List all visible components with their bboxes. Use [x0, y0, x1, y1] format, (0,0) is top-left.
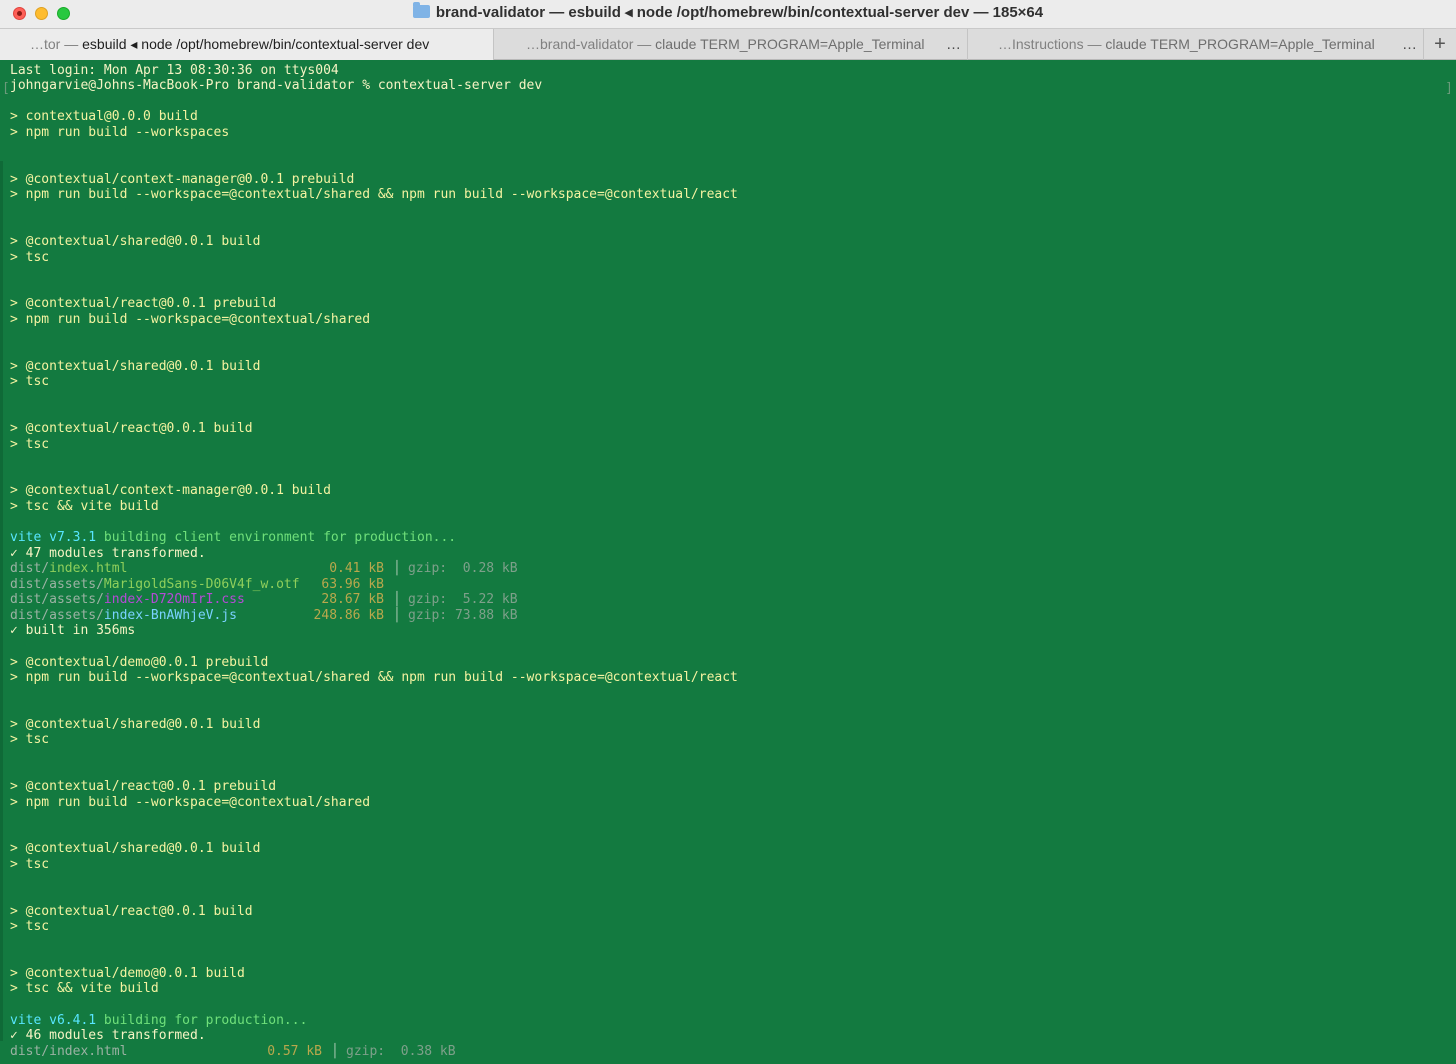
build-file-row: dist/index.html: [10, 561, 127, 576]
output-line: > npm run build --workspace=@contextual/…: [10, 795, 371, 810]
vite-banner: vite v7.3.1 building client environment …: [10, 530, 456, 545]
tab-label: claude TERM_PROGRAM=Apple_Terminal: [1105, 36, 1375, 52]
file-name: index.html: [49, 561, 128, 576]
last-login-line: Last login: Mon Apr 13 08:30:36 on ttys0…: [10, 63, 339, 78]
file-name: index.html: [49, 1044, 128, 1059]
output-line: > tsc: [10, 374, 50, 389]
output-line: > @contextual/demo@0.0.1 prebuild: [10, 655, 269, 670]
output-line: > npm run build --workspace=@contextual/…: [10, 187, 738, 202]
build-file-row: dist/assets/index-D72OmIrI.css: [10, 592, 245, 607]
column-divider: │: [331, 1044, 339, 1059]
column-divider: │: [393, 608, 401, 623]
output-line: > @contextual/shared@0.0.1 build: [10, 717, 261, 732]
vite-message: building client environment for producti…: [96, 530, 457, 545]
modules-transformed: ✓ 47 modules transformed.: [10, 546, 206, 561]
built-time: ✓ built in 356ms: [10, 623, 136, 638]
output-line: > @contextual/demo@0.0.1 build: [10, 966, 245, 981]
file-dir: dist/assets/: [10, 577, 104, 592]
output-line: > contextual@0.0.0 build: [10, 109, 198, 124]
window-title-text: brand-validator — esbuild ◂ node /opt/ho…: [435, 4, 1044, 21]
title-bar: brand-validator — esbuild ◂ node /opt/ho…: [0, 0, 1456, 28]
output-line: > @contextual/shared@0.0.1 build: [10, 841, 261, 856]
mark-bracket-left: [: [2, 81, 10, 96]
file-gzip: gzip: 0.38 kB: [346, 1044, 456, 1059]
tab-instructions[interactable]: …Instructions — claude TERM_PROGRAM=Appl…: [968, 29, 1424, 60]
tab-prefix: …Instructions —: [998, 36, 1106, 52]
output-line: > tsc && vite build: [10, 499, 159, 514]
tab-bar: …tor — esbuild ◂ node /opt/homebrew/bin/…: [0, 28, 1456, 60]
file-dir: dist/assets/: [10, 608, 104, 623]
left-margin-marker: [0, 161, 3, 1041]
file-name: index-D72OmIrI.css: [103, 592, 245, 607]
output-line: > @contextual/react@0.0.1 build: [10, 421, 253, 436]
tab-prefix: …brand-validator —: [526, 36, 656, 52]
output-line: > tsc: [10, 919, 50, 934]
output-line: > npm run build --workspaces: [10, 125, 230, 140]
tab-brand-validator[interactable]: …brand-validator — claude TERM_PROGRAM=A…: [494, 29, 968, 60]
output-line: > tsc: [10, 857, 50, 872]
build-file-row: dist/assets/MarigoldSans-D06V4f_w.otf: [10, 577, 300, 592]
tab-prefix: …tor —: [30, 36, 83, 52]
file-dir: dist/: [10, 561, 50, 576]
tab-label: claude TERM_PROGRAM=Apple_Terminal: [655, 36, 925, 52]
prompt-line: johngarvie@Johns-MacBook-Pro brand-valid…: [10, 78, 543, 93]
window-title: brand-validator — esbuild ◂ node /opt/ho…: [0, 0, 1456, 28]
folder-icon: [412, 2, 430, 18]
vite-message: building for production...: [96, 1013, 308, 1028]
modules-transformed: ✓ 46 modules transformed.: [10, 1028, 206, 1043]
output-line: > npm run build --workspace=@contextual/…: [10, 312, 371, 327]
output-line: > @contextual/shared@0.0.1 build: [10, 359, 261, 374]
output-line: > tsc: [10, 250, 50, 265]
build-file-row: dist/assets/index-BnAWhjeV.js: [10, 608, 237, 623]
output-line: > @contextual/react@0.0.1 build: [10, 904, 253, 919]
file-dir: dist/assets/: [10, 592, 104, 607]
file-gzip: gzip: 5.22 kB: [408, 592, 518, 607]
file-size: 63.96 kB: [321, 577, 384, 592]
vite-banner: vite v6.4.1 building for production...: [10, 1013, 307, 1028]
output-line: > @contextual/react@0.0.1 prebuild: [10, 779, 277, 794]
column-divider: │: [393, 561, 401, 576]
output-line: > tsc && vite build: [10, 981, 159, 996]
output-line: > tsc: [10, 732, 50, 747]
column-divider: │: [393, 592, 401, 607]
vite-version: vite v6.4.1: [10, 1013, 97, 1028]
vite-version: vite v7.3.1: [10, 530, 97, 545]
output-line: > @contextual/context-manager@0.0.1 preb…: [10, 172, 355, 187]
file-size: 28.67 kB: [321, 592, 384, 607]
file-name: index-BnAWhjeV.js: [103, 608, 237, 623]
file-size: 0.57 kB: [267, 1044, 322, 1059]
file-size: 0.41 kB: [329, 561, 384, 576]
file-gzip: gzip: 0.28 kB: [408, 561, 518, 576]
tab-more-icon[interactable]: …: [1402, 29, 1417, 60]
output-line: > npm run build --workspace=@contextual/…: [10, 670, 738, 685]
terminal-output[interactable]: [ ] Last login: Mon Apr 13 08:30:36 on t…: [0, 61, 1456, 1064]
output-line: > tsc: [10, 437, 50, 452]
tab-esbuild[interactable]: …tor — esbuild ◂ node /opt/homebrew/bin/…: [0, 29, 494, 60]
new-tab-button[interactable]: +: [1424, 29, 1456, 60]
build-file-row: dist/index.html: [10, 1044, 127, 1059]
file-name: MarigoldSans-D06V4f_w.otf: [103, 577, 300, 592]
file-size: 248.86 kB: [313, 608, 384, 623]
tab-more-icon[interactable]: …: [946, 29, 961, 60]
tab-label: esbuild ◂ node /opt/homebrew/bin/context…: [82, 36, 430, 52]
output-line: > @contextual/shared@0.0.1 build: [10, 234, 261, 249]
output-line: > @contextual/react@0.0.1 prebuild: [10, 296, 277, 311]
mark-bracket-right: ]: [1445, 81, 1453, 96]
output-line: > @contextual/context-manager@0.0.1 buil…: [10, 483, 331, 498]
file-gzip: gzip: 73.88 kB: [408, 608, 518, 623]
file-dir: dist/: [10, 1044, 50, 1059]
